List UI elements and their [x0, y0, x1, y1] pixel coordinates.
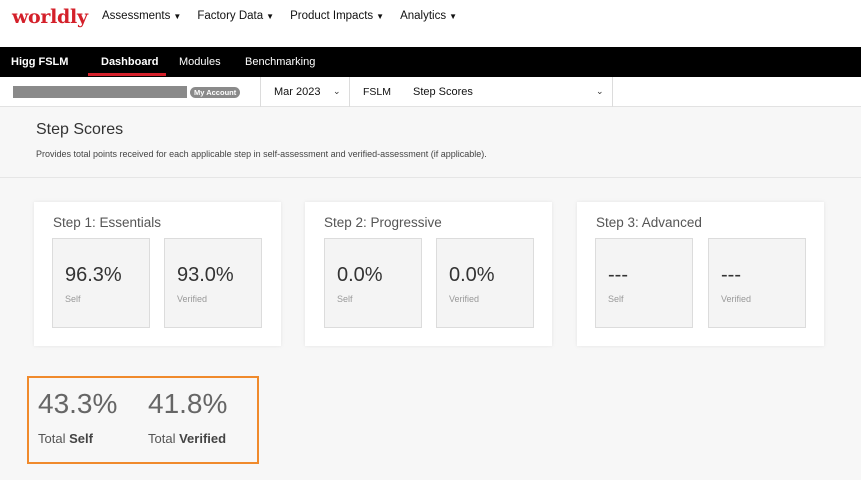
- verified-score-box: 0.0% Verified: [436, 238, 534, 328]
- nav-analytics-label: Analytics: [400, 10, 447, 22]
- chevron-down-icon: ▼: [376, 11, 385, 21]
- self-score-value: 96.3%: [65, 264, 122, 286]
- verified-score-label: Verified: [449, 294, 480, 304]
- step-card-title: Step 1: Essentials: [53, 215, 162, 230]
- self-score-value: ---: [608, 264, 628, 286]
- total-verified-value: 41.8%: [148, 388, 228, 419]
- total-verified-prefix: Total: [148, 431, 176, 446]
- verified-score-value: 0.0%: [449, 264, 495, 286]
- module-brand: Higg FSLM: [11, 56, 69, 68]
- nav-assessments[interactable]: Assessments ▼: [102, 10, 181, 22]
- total-verified-label: Total Verified: [148, 431, 226, 446]
- main-menu: Assessments ▼ Factory Data ▼ Product Imp…: [102, 10, 473, 22]
- view-select[interactable]: Step Scores: [413, 86, 473, 98]
- self-score-box: 96.3% Self: [52, 238, 150, 328]
- verified-score-value: 93.0%: [177, 264, 234, 286]
- tab-modules[interactable]: Modules: [179, 56, 221, 68]
- nav-product-impacts-label: Product Impacts: [290, 10, 374, 22]
- verified-score-box: --- Verified: [708, 238, 806, 328]
- tab-benchmarking[interactable]: Benchmarking: [245, 56, 315, 68]
- nav-product-impacts[interactable]: Product Impacts ▼: [290, 10, 384, 22]
- step-card-title: Step 2: Progressive: [324, 215, 442, 230]
- nav-factory-data[interactable]: Factory Data ▼: [197, 10, 274, 22]
- step-card-title: Step 3: Advanced: [596, 215, 702, 230]
- divider: [349, 77, 350, 107]
- step-card-advanced: Step 3: Advanced --- Self --- Verified: [577, 202, 824, 346]
- divider: [260, 77, 261, 107]
- date-select[interactable]: Mar 2023: [274, 86, 320, 98]
- self-score-label: Self: [608, 294, 624, 304]
- page-description: Provides total points received for each …: [36, 149, 487, 159]
- verified-score-label: Verified: [177, 294, 208, 304]
- verified-score-label: Verified: [721, 294, 752, 304]
- page-header: Step Scores Provides total points receiv…: [0, 108, 861, 178]
- total-self-prefix: Total: [38, 431, 66, 446]
- module-label: FSLM: [363, 86, 392, 98]
- nav-factory-data-label: Factory Data: [197, 10, 264, 22]
- self-score-label: Self: [65, 294, 81, 304]
- chevron-down-icon: ▼: [266, 11, 275, 21]
- chevron-down-icon: ▼: [449, 11, 458, 21]
- page-title: Step Scores: [36, 121, 124, 138]
- self-score-box: 0.0% Self: [324, 238, 422, 328]
- verified-score-value: ---: [721, 264, 741, 286]
- self-score-box: --- Self: [595, 238, 693, 328]
- nav-assessments-label: Assessments: [102, 10, 171, 22]
- chevron-down-icon: ▼: [173, 11, 182, 21]
- verified-score-box: 93.0% Verified: [164, 238, 262, 328]
- chevron-down-icon[interactable]: ⌄: [333, 86, 341, 97]
- account-badge: My Account: [190, 87, 241, 98]
- top-navigation: worldly Assessments ▼ Factory Data ▼ Pro…: [0, 0, 861, 47]
- filter-bar: My Account Mar 2023 ⌄ FSLM Step Scores ⌄: [0, 77, 861, 107]
- divider: [612, 77, 613, 107]
- account-name-redacted[interactable]: [13, 86, 187, 98]
- total-self-value: 43.3%: [38, 388, 118, 419]
- total-scores-highlight: 43.3% Total Self 41.8% Total Verified: [27, 376, 259, 464]
- total-self-label: Total Self: [38, 431, 93, 446]
- self-score-label: Self: [337, 294, 353, 304]
- tab-dashboard[interactable]: Dashboard: [101, 56, 158, 68]
- chevron-down-icon[interactable]: ⌄: [596, 86, 604, 97]
- step-card-essentials: Step 1: Essentials 96.3% Self 93.0% Veri…: [34, 202, 281, 346]
- active-tab-indicator: [88, 73, 166, 76]
- total-self-emphasis: Self: [69, 431, 93, 446]
- nav-analytics[interactable]: Analytics ▼: [400, 10, 457, 22]
- step-card-progressive: Step 2: Progressive 0.0% Self 0.0% Verif…: [305, 202, 552, 346]
- self-score-value: 0.0%: [337, 264, 383, 286]
- worldly-logo[interactable]: worldly: [12, 6, 88, 28]
- total-verified-emphasis: Verified: [179, 431, 227, 446]
